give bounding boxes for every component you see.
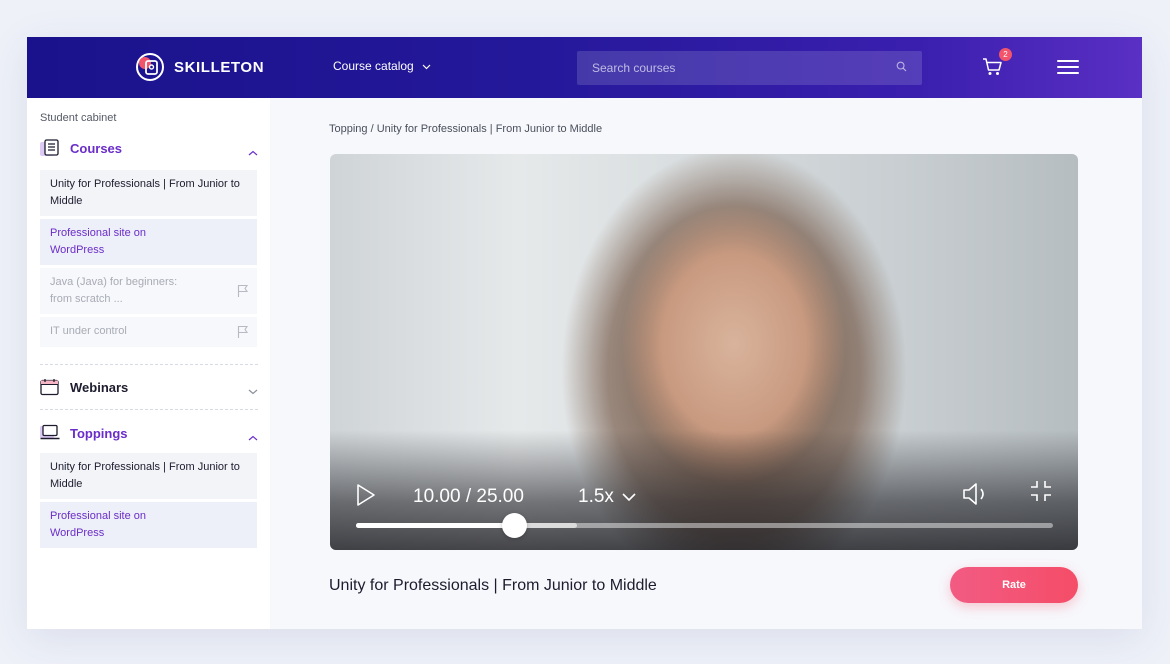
cart-count-badge: 2 [999, 48, 1012, 61]
cart-icon [982, 58, 1004, 81]
section-divider [40, 364, 258, 365]
exit-fullscreen-icon[interactable] [1030, 480, 1052, 507]
playback-speed-value: 1.5x [578, 486, 614, 507]
course-item-unity[interactable]: Unity for Professionals | From Junior to… [40, 170, 257, 216]
section-webinars-title: Webinars [70, 379, 129, 395]
topping-item-label: Professional site on WordPress [50, 510, 146, 539]
section-courses-title: Courses [70, 140, 123, 156]
section-divider [40, 409, 258, 410]
search-icon[interactable] [896, 59, 907, 77]
hamburger-icon-line [1057, 66, 1079, 68]
brand-logo[interactable]: SKILLETON [134, 52, 264, 82]
course-item-label: Java (Java) for beginners: from scratch … [50, 276, 178, 305]
flag-icon [237, 284, 249, 304]
topping-item-unity[interactable]: Unity for Professionals | From Junior to… [40, 453, 257, 499]
top-header: SKILLETON Course catalog 2 [27, 37, 1142, 98]
video-progress-track[interactable] [356, 513, 1053, 538]
flag-icon [237, 325, 249, 345]
courses-icon [40, 139, 60, 157]
chevron-down-icon [622, 492, 636, 501]
playback-speed-dropdown[interactable]: 1.5x [578, 486, 636, 508]
chevron-up-icon [248, 143, 258, 161]
video-player[interactable]: 10.00 / 25.00 1.5x [330, 154, 1078, 550]
section-toppings-title: Toppings [70, 425, 128, 441]
app-frame: SKILLETON Course catalog 2 S [27, 37, 1142, 629]
breadcrumb[interactable]: Topping / Unity for Professionals | From… [329, 123, 602, 135]
section-webinars-toggle[interactable]: Webinars [40, 376, 258, 398]
hamburger-menu-button[interactable] [1057, 60, 1079, 74]
course-item-label: Unity for Professionals | From Junior to… [50, 178, 240, 207]
play-icon[interactable] [356, 483, 376, 512]
video-progress-fill [356, 523, 515, 528]
search-input[interactable] [592, 61, 896, 75]
course-item-label: Professional site on WordPress [50, 227, 146, 256]
course-item-wordpress[interactable]: Professional site on WordPress [40, 219, 257, 265]
video-title: Unity for Professionals | From Junior to… [329, 577, 657, 594]
search-box [577, 51, 922, 85]
course-catalog-label: Course catalog [333, 59, 414, 73]
hamburger-icon-line [1057, 72, 1079, 74]
calendar-icon [40, 378, 60, 396]
student-sidebar: Student cabinet Courses Unity for Profes… [27, 98, 270, 629]
chevron-down-icon [248, 382, 258, 400]
brand-name: SKILLETON [174, 58, 265, 76]
rate-button[interactable]: Rate [950, 567, 1078, 603]
section-courses-toggle[interactable]: Courses [40, 137, 258, 159]
laptop-icon [40, 424, 60, 442]
course-item-it-under-control[interactable]: IT under control [40, 317, 257, 347]
hamburger-icon-line [1057, 60, 1079, 62]
cart-button[interactable]: 2 [982, 48, 1012, 77]
chevron-down-icon [422, 59, 431, 73]
volume-icon[interactable] [962, 482, 990, 511]
section-toppings-toggle[interactable]: Toppings [40, 422, 258, 444]
course-catalog-dropdown[interactable]: Course catalog [333, 59, 431, 73]
topping-item-wordpress[interactable]: Professional site on WordPress [40, 502, 257, 548]
video-time: 10.00 / 25.00 [413, 486, 524, 507]
logo-icon [134, 51, 166, 83]
sidebar-title: Student cabinet [40, 112, 117, 124]
chevron-up-icon [248, 428, 258, 446]
course-item-java[interactable]: Java (Java) for beginners: from scratch … [40, 268, 257, 314]
topping-item-label: Unity for Professionals | From Junior to… [50, 461, 240, 490]
course-item-label: IT under control [50, 325, 127, 337]
